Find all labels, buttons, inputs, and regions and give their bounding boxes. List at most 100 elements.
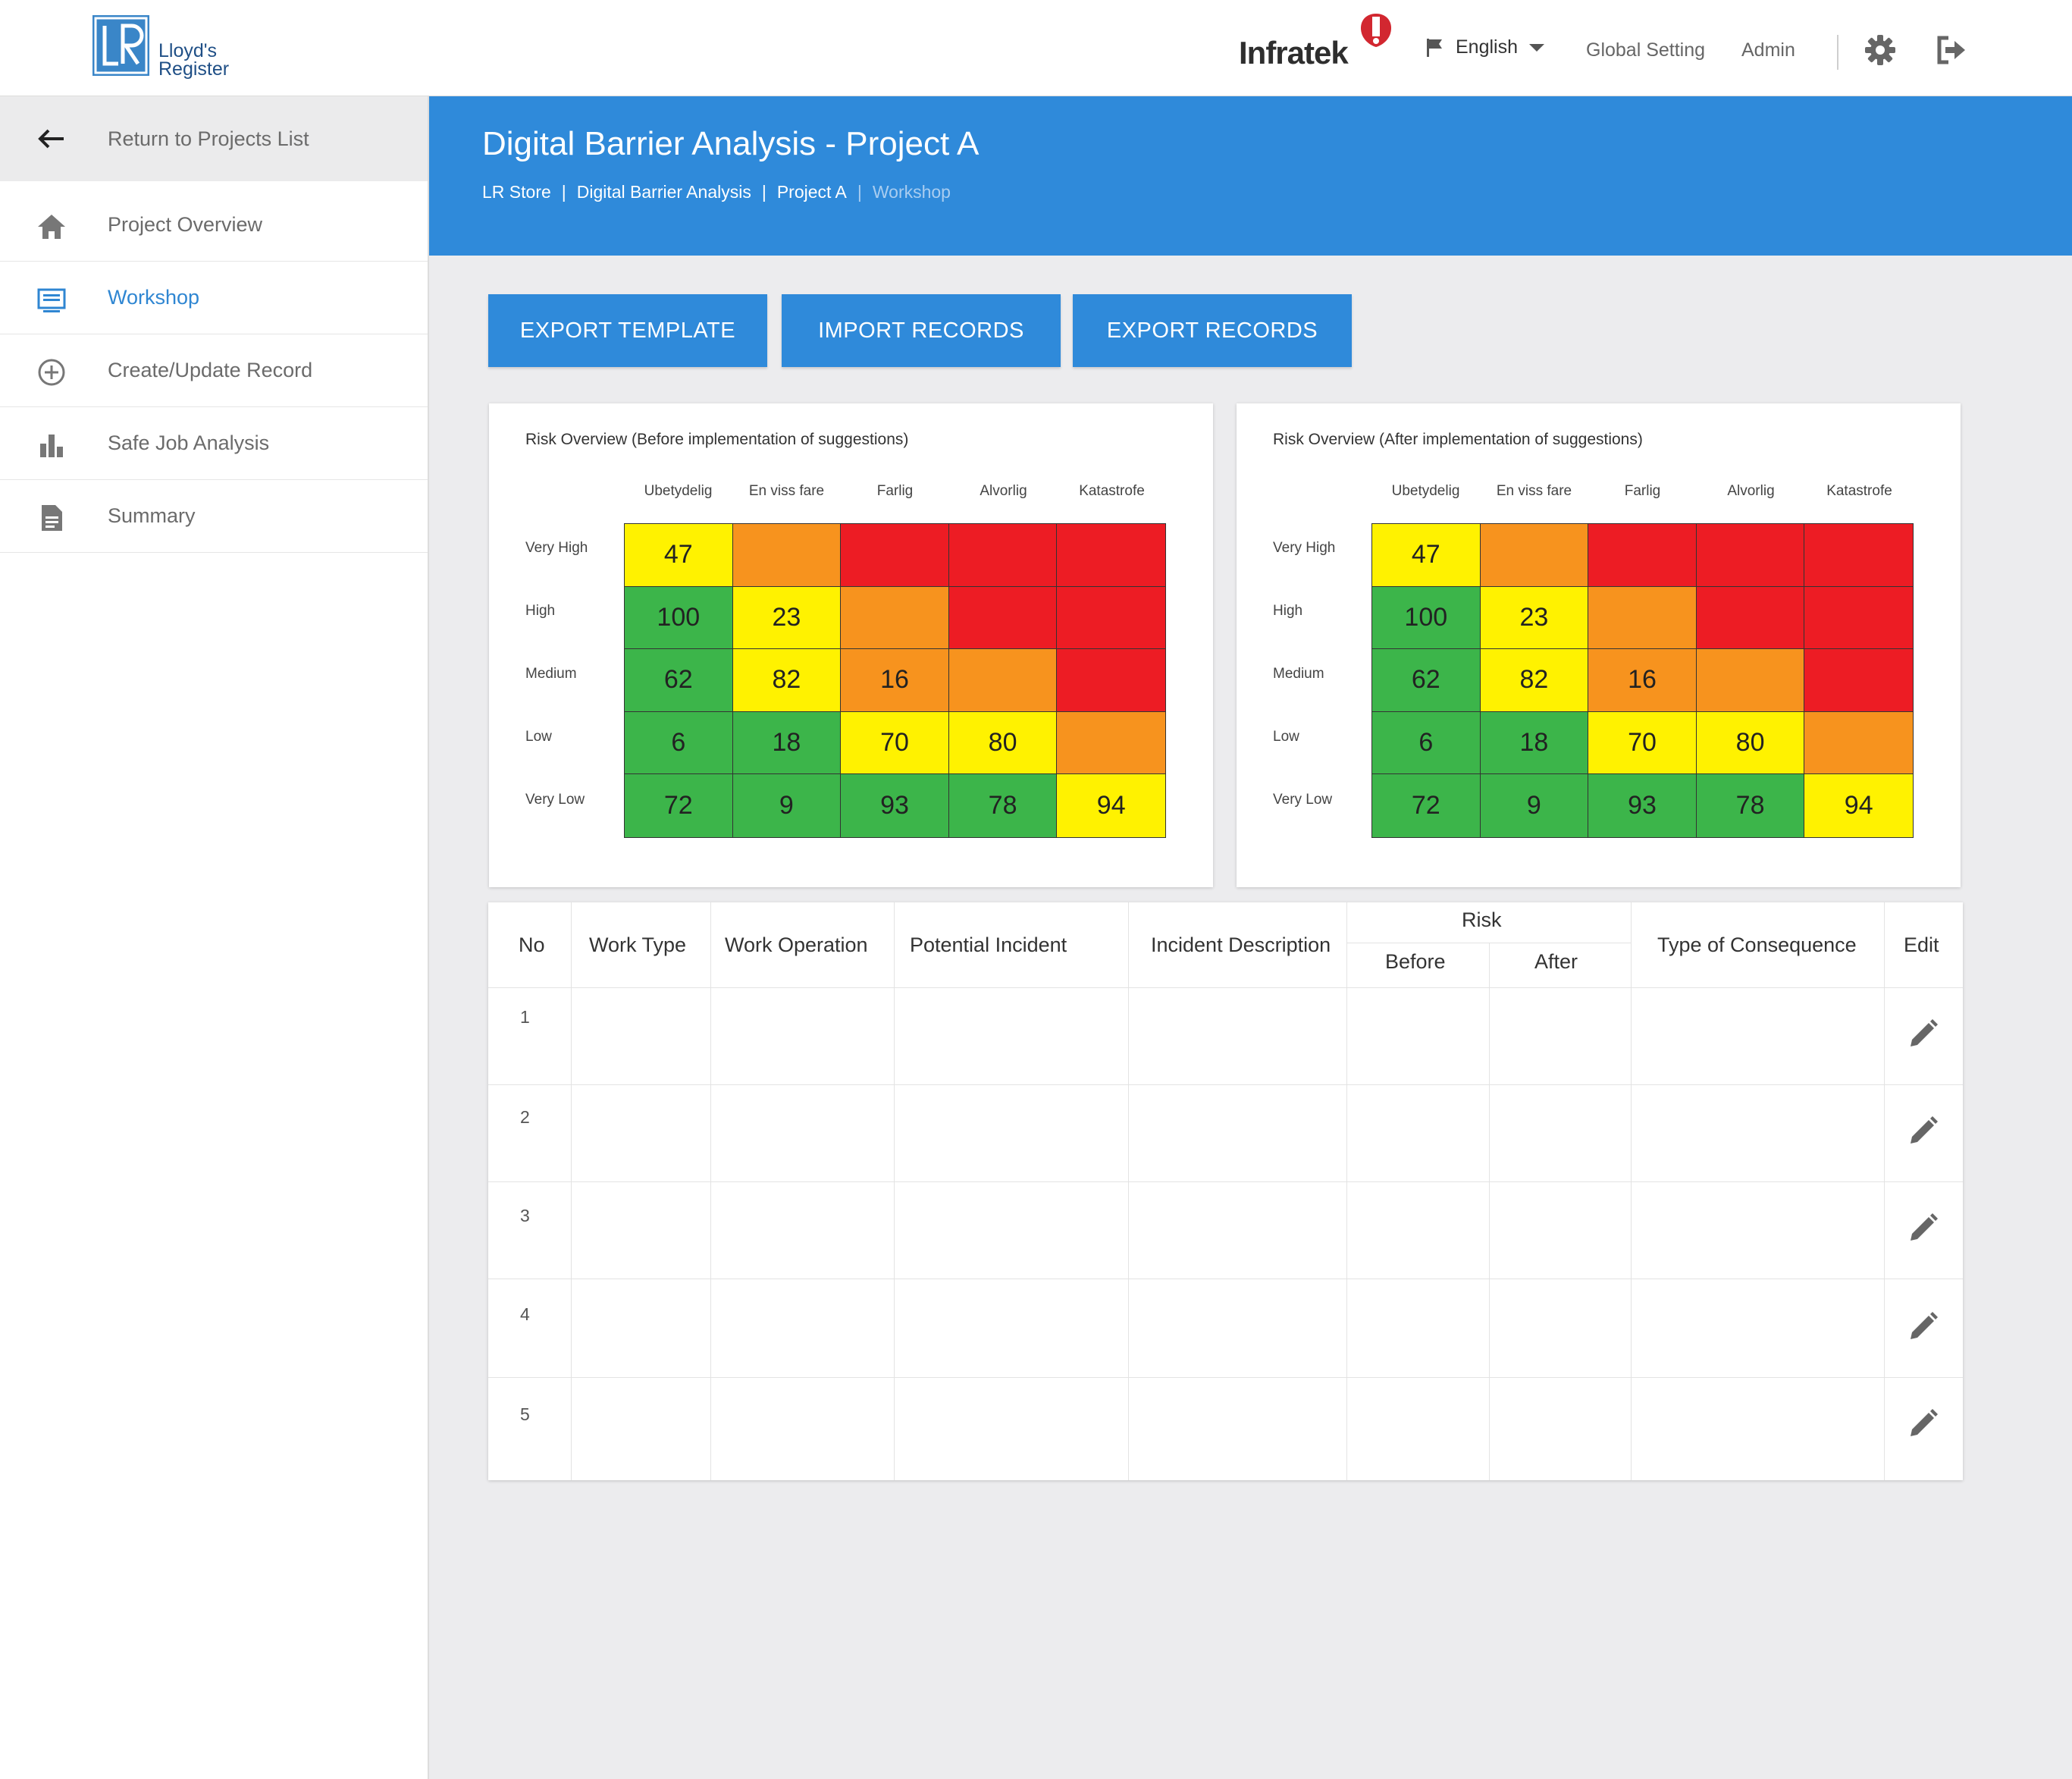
global-setting-link[interactable]: Global Setting (1586, 39, 1705, 61)
risk-cell[interactable]: 16 (841, 649, 949, 712)
risk-cell[interactable]: 93 (1588, 774, 1697, 837)
risk-cell[interactable]: 78 (1696, 774, 1805, 837)
risk-row-label: Very High (525, 540, 588, 556)
risk-cell[interactable]: 78 (948, 774, 1058, 837)
pencil-icon[interactable] (1906, 1407, 1939, 1441)
breadcrumb-item[interactable]: Project A (777, 182, 847, 202)
risk-cell[interactable]: 23 (732, 586, 842, 650)
risk-cell[interactable]: 70 (841, 711, 949, 775)
risk-cell[interactable] (1804, 586, 1913, 650)
risk-cell[interactable]: 9 (1480, 774, 1589, 837)
risk-cell[interactable]: 47 (1372, 524, 1481, 587)
export-template-button[interactable]: EXPORT TEMPLATE (488, 294, 767, 367)
risk-row-label: Low (1273, 729, 1299, 745)
column-header-potential-incident[interactable]: Potential Incident (910, 933, 1067, 957)
logout-icon[interactable] (1933, 33, 1967, 67)
risk-cell[interactable]: 47 (625, 524, 733, 587)
risk-cell[interactable]: 94 (1057, 774, 1165, 837)
sidebar: Return to Projects List Project Overview… (0, 96, 429, 1779)
sidebar-item-create-update-record[interactable]: Create/Update Record (0, 334, 428, 407)
breadcrumb: LR Store | Digital Barrier Analysis | Pr… (482, 182, 951, 202)
risk-cell[interactable] (948, 524, 1058, 587)
row-number: 4 (520, 1304, 530, 1324)
sidebar-item-summary[interactable]: Summary (0, 480, 428, 553)
risk-cell[interactable]: 6 (625, 711, 733, 775)
risk-cell[interactable]: 72 (625, 774, 733, 837)
risk-cell[interactable]: 23 (1480, 586, 1589, 650)
risk-cell[interactable] (1804, 711, 1913, 775)
risk-cell[interactable]: 18 (1480, 711, 1589, 775)
risk-cell[interactable]: 100 (1372, 586, 1481, 650)
column-header-work-operation[interactable]: Work Operation (725, 933, 868, 957)
column-divider (1128, 902, 1129, 1480)
risk-cell[interactable] (841, 524, 949, 587)
lloyds-register-logo[interactable] (92, 15, 149, 76)
risk-row-label: Low (525, 729, 552, 745)
column-header-work-type[interactable]: Work Type (589, 933, 686, 957)
row-number: 1 (520, 1007, 530, 1027)
risk-cell[interactable]: 62 (625, 649, 733, 712)
risk-cell[interactable] (732, 524, 842, 587)
column-header-risk-before[interactable]: Before (1385, 950, 1446, 974)
risk-cell[interactable]: 6 (1372, 711, 1481, 775)
pencil-icon[interactable] (1906, 1310, 1939, 1344)
risk-cell[interactable] (1480, 524, 1589, 587)
risk-cell[interactable]: 16 (1588, 649, 1697, 712)
risk-cell[interactable]: 18 (732, 711, 842, 775)
risk-cell[interactable] (1057, 711, 1165, 775)
sidebar-item-safe-job-analysis[interactable]: Safe Job Analysis (0, 407, 428, 480)
gear-icon[interactable] (1864, 33, 1897, 67)
risk-cell[interactable] (1696, 586, 1805, 650)
risk-cell[interactable] (1804, 524, 1913, 587)
breadcrumb-item[interactable]: Digital Barrier Analysis (577, 182, 751, 202)
risk-cell[interactable] (948, 649, 1058, 712)
column-header-incident-description[interactable]: Incident Description (1151, 933, 1331, 957)
risk-overview-before-title: Risk Overview (Before implementation of … (525, 431, 909, 448)
column-divider (710, 902, 711, 1480)
risk-cell[interactable] (1804, 649, 1913, 712)
risk-cell[interactable]: 9 (732, 774, 842, 837)
admin-link[interactable]: Admin (1741, 39, 1795, 61)
import-records-button[interactable]: IMPORT RECORDS (782, 294, 1061, 367)
column-header-no[interactable]: No (519, 933, 545, 957)
risk-column-label: Alvorlig (980, 483, 1027, 499)
risk-column-label: Ubetydelig (1391, 483, 1460, 499)
risk-cell[interactable] (948, 586, 1058, 650)
risk-cell[interactable]: 62 (1372, 649, 1481, 712)
risk-cell[interactable]: 80 (1696, 711, 1805, 775)
bar-chart-icon (40, 435, 63, 457)
pencil-icon[interactable] (1906, 1212, 1939, 1245)
breadcrumb-item[interactable]: LR Store (482, 182, 551, 202)
risk-column-label: Katastrofe (1826, 483, 1892, 499)
pencil-icon[interactable] (1906, 1018, 1939, 1051)
flag-icon (1427, 38, 1442, 57)
risk-cell[interactable] (1057, 649, 1165, 712)
risk-cell[interactable] (1696, 524, 1805, 587)
pencil-icon[interactable] (1906, 1115, 1939, 1148)
export-records-button[interactable]: EXPORT RECORDS (1073, 294, 1352, 367)
risk-cell[interactable] (1588, 524, 1697, 587)
risk-cell[interactable]: 100 (625, 586, 733, 650)
risk-cell[interactable]: 94 (1804, 774, 1913, 837)
language-selector[interactable]: English (1425, 36, 1545, 58)
sidebar-item-workshop[interactable]: Workshop (0, 262, 428, 334)
risk-cell[interactable] (1057, 586, 1165, 650)
column-header-risk-after[interactable]: After (1534, 950, 1578, 974)
sidebar-item-project-overview[interactable]: Project Overview (0, 189, 428, 262)
risk-cell[interactable]: 82 (732, 649, 842, 712)
risk-cell[interactable] (1057, 524, 1165, 587)
risk-cell[interactable] (1696, 649, 1805, 712)
risk-matrix: 47 100 23 62 82 16 6 18 70 80 72 9 93 78… (624, 523, 1166, 838)
risk-cell[interactable]: 70 (1588, 711, 1697, 775)
risk-cell[interactable] (841, 586, 949, 650)
column-divider (1489, 943, 1490, 1480)
return-to-projects-button[interactable]: Return to Projects List (0, 96, 428, 181)
breadcrumb-separator: | (561, 182, 566, 202)
chevron-down-icon (1529, 43, 1544, 52)
risk-cell[interactable]: 82 (1480, 649, 1589, 712)
risk-cell[interactable]: 93 (841, 774, 949, 837)
risk-cell[interactable]: 80 (948, 711, 1058, 775)
risk-cell[interactable]: 72 (1372, 774, 1481, 837)
column-header-type-of-consequence[interactable]: Type of Consequence (1657, 933, 1857, 957)
risk-cell[interactable] (1588, 586, 1697, 650)
